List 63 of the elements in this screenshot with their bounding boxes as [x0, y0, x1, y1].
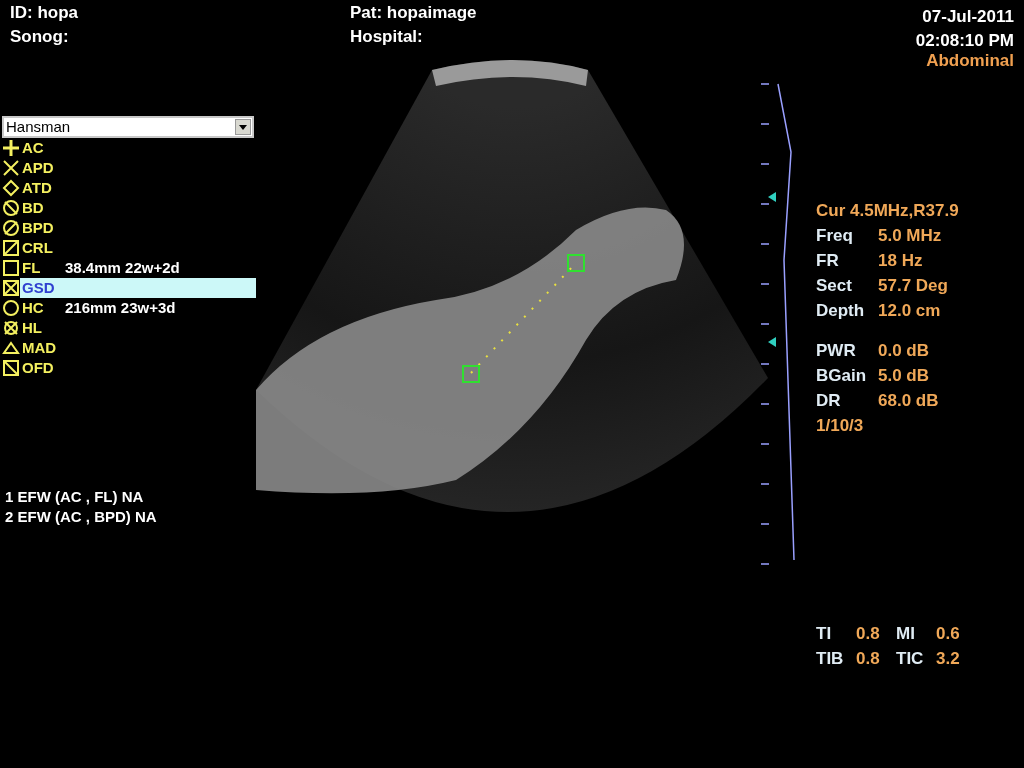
measurement-item[interactable]: APD	[20, 158, 54, 178]
parameter-value: 18 Hz	[878, 251, 923, 270]
parameter-label: Freq	[816, 225, 854, 247]
measurement-item[interactable]: CRL	[20, 238, 53, 258]
triangle-icon	[2, 339, 20, 357]
parameter-label: DR	[816, 390, 842, 412]
measurement-item[interactable]: MAD	[20, 338, 57, 358]
patient-name: Pat: hopaimage	[350, 2, 478, 24]
cross-icon	[2, 159, 20, 177]
circle-icon	[2, 299, 20, 317]
parameter-value: 57.7 Deg	[878, 276, 948, 295]
fetal-weight-result: 2 EFW (AC , BPD) NA	[5, 507, 158, 527]
slashed-circle-icon	[2, 199, 20, 217]
parameter-label: BGain	[816, 365, 868, 387]
exam-date: 07-Jul-2011	[921, 6, 1014, 28]
square-icon	[2, 259, 20, 277]
slashed-circle-icon	[2, 219, 20, 237]
index-label: TIC	[896, 648, 925, 670]
slashed-square-icon	[2, 239, 20, 257]
parameter-label: Sect	[816, 275, 853, 297]
parameter-value: 5.0 dB	[878, 366, 930, 385]
sonographer-label: Sonog:	[10, 26, 70, 48]
index-value: 0.8	[856, 623, 881, 645]
index-label: TIB	[816, 648, 845, 670]
measurement-item[interactable]: ATD	[20, 178, 52, 198]
index-value: 0.8	[856, 648, 881, 670]
caliper-marker-icon	[567, 254, 585, 272]
parameter-value: 0.0 dB	[878, 341, 930, 360]
crossed-square-icon	[2, 279, 20, 297]
parameter-value: 68.0 dB	[878, 391, 939, 410]
measurement-item[interactable]: AC	[20, 138, 44, 158]
preset-code: 1/10/3	[816, 415, 865, 437]
index-value: 0.6	[936, 623, 961, 645]
hospital-label: Hospital:	[350, 26, 424, 48]
fetal-weight-result: 1 EFW (AC , FL) NA	[5, 487, 145, 507]
measurement-result: 38.4mm 22w+2d	[65, 257, 180, 278]
crossed-circle-icon	[2, 319, 20, 337]
table-dropdown[interactable]: Hansman	[2, 116, 254, 138]
measurement-item[interactable]: FL	[20, 258, 65, 278]
measurement-item[interactable]: OFD	[20, 358, 54, 378]
index-value: 3.2	[936, 648, 961, 670]
measurement-item[interactable]: GSD	[20, 278, 256, 298]
exam-time: 02:08:10 PM	[914, 30, 1014, 52]
slashed-square-icon	[2, 359, 20, 377]
patient-id: ID: hopa	[10, 2, 79, 24]
measurement-item[interactable]: HC	[20, 298, 65, 318]
parameter-value: 12.0 cm	[878, 301, 941, 320]
measurement-item[interactable]: BD	[20, 198, 44, 218]
probe-setting: Cur 4.5MHz,R37.9	[816, 200, 960, 222]
exam-preset: Abdominal	[925, 53, 1014, 69]
index-label: MI	[896, 623, 916, 645]
caliper-marker-icon	[462, 365, 480, 383]
parameter-value: 5.0 MHz	[878, 226, 942, 245]
measurement-item[interactable]: HL	[20, 318, 42, 338]
parameter-label: FR	[816, 250, 840, 272]
parameter-label: Depth	[816, 300, 866, 322]
plus-icon	[2, 139, 20, 157]
index-label: TI	[816, 623, 833, 645]
parameter-label: PWR	[816, 340, 857, 362]
diamond-icon	[2, 179, 20, 197]
measurement-result: 216mm 23w+3d	[65, 297, 176, 318]
measurement-item[interactable]: BPD	[20, 218, 54, 238]
caret-icon	[239, 124, 247, 130]
